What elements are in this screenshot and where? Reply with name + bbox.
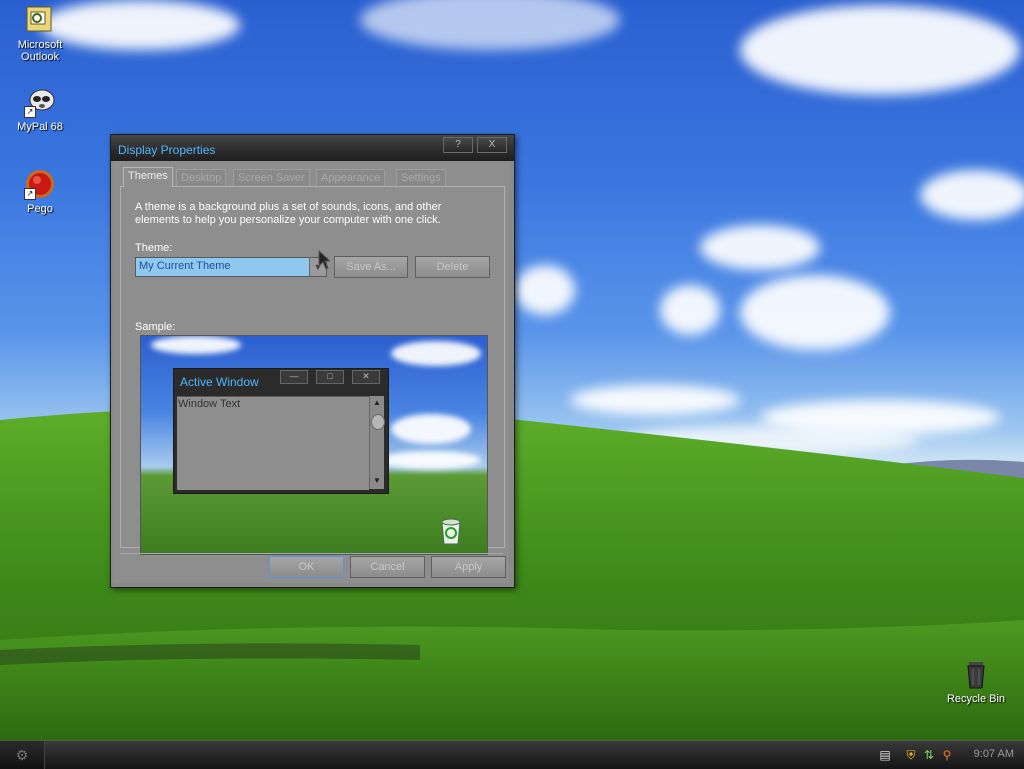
tab-screen-saver[interactable]: Screen Saver	[233, 169, 310, 186]
dialog-body: Themes Desktop Screen Saver Appearance S…	[114, 161, 509, 583]
system-tray: ▤ ⛨ ⇅ ⚲ 9:07 AM	[874, 741, 1024, 769]
mypal-icon: ↗	[24, 86, 56, 118]
themes-tab-panel: A theme is a background plus a set of so…	[120, 186, 505, 555]
recycle-bin-icon	[960, 658, 992, 690]
mouse-cursor-icon	[318, 249, 332, 270]
tab-themes[interactable]: Themes	[123, 167, 173, 187]
desktop-icon-mypal[interactable]: ↗ MyPal 68	[2, 86, 78, 133]
cloud	[381, 451, 481, 469]
close-icon: ✕	[352, 370, 380, 384]
minimize-icon: —	[280, 370, 308, 384]
shortcut-arrow-icon: ↗	[24, 188, 36, 200]
delete-button[interactable]: Delete	[415, 256, 490, 278]
sample-label: Sample:	[135, 321, 176, 333]
sample-window-title: Active Window	[180, 375, 259, 389]
desktop-icon-microsoft-outlook[interactable]: Microsoft Outlook	[2, 4, 78, 63]
desktop-icon-label: MyPal 68	[17, 121, 63, 133]
security-shield-icon[interactable]: ⛨	[904, 748, 918, 762]
recycle-bin-icon	[437, 516, 465, 546]
theme-dropdown[interactable]: My Current Theme ▼	[135, 257, 327, 277]
start-icon: ⚙	[15, 747, 29, 763]
close-button[interactable]: X	[477, 137, 507, 153]
network-icon[interactable]: ⇅	[922, 748, 936, 762]
shortcut-arrow-icon: ↗	[24, 106, 36, 118]
clock[interactable]: 9:07 AM	[974, 748, 1014, 760]
sample-window-client: Window Text	[177, 396, 369, 490]
keyboard-icon[interactable]: ▤	[878, 748, 892, 762]
tab-desktop[interactable]: Desktop	[176, 169, 227, 186]
maximize-icon: □	[316, 370, 344, 384]
start-button[interactable]: ⚙	[0, 741, 45, 769]
tab-appearance[interactable]: Appearance	[316, 169, 386, 186]
desktop-icon-label: Microsoft Outlook	[17, 39, 63, 63]
apply-button[interactable]: Apply	[431, 556, 506, 578]
save-as-button[interactable]: Save As...	[334, 256, 408, 278]
themes-description: A theme is a background plus a set of so…	[135, 201, 442, 226]
pego-icon: ↗	[24, 168, 56, 200]
sample-active-window: Active Window — □ ✕ Window Text ▲ ▼	[173, 368, 389, 494]
tab-settings[interactable]: Settings	[396, 169, 446, 186]
cancel-button[interactable]: Cancel	[350, 556, 425, 578]
sample-window-text: Window Text	[178, 398, 241, 410]
theme-dropdown-value: My Current Theme	[139, 260, 231, 272]
desktop-icon-label: Recycle Bin	[946, 693, 1006, 705]
cloud	[391, 414, 471, 444]
scroll-down-icon: ▼	[373, 476, 381, 485]
desktop-icon-recycle-bin[interactable]: Recycle Bin	[936, 658, 1016, 705]
scroll-thumb	[371, 414, 385, 430]
desktop-icon-label: Pego	[27, 203, 53, 215]
theme-sample-preview: Active Window — □ ✕ Window Text ▲ ▼	[140, 335, 488, 555]
cloud	[151, 336, 241, 354]
display-properties-dialog: Display Properties ? X Themes Desktop Sc…	[110, 134, 515, 588]
title-bar[interactable]: Display Properties ? X	[111, 135, 514, 161]
outlook-icon	[24, 4, 56, 36]
dialog-title: Display Properties	[118, 143, 216, 157]
help-button[interactable]: ?	[443, 137, 473, 153]
sample-scrollbar: ▲ ▼	[369, 396, 385, 489]
scroll-up-icon: ▲	[373, 398, 381, 407]
taskbar: ⚙ ▤ ⛨ ⇅ ⚲ 9:07 AM	[0, 740, 1024, 769]
desktop-icon-pego[interactable]: ↗ Pego	[2, 168, 78, 215]
cloud	[391, 341, 481, 366]
search-icon[interactable]: ⚲	[940, 748, 954, 762]
divider	[120, 553, 503, 554]
ok-button[interactable]: OK	[269, 556, 344, 578]
theme-label: Theme:	[135, 242, 173, 254]
